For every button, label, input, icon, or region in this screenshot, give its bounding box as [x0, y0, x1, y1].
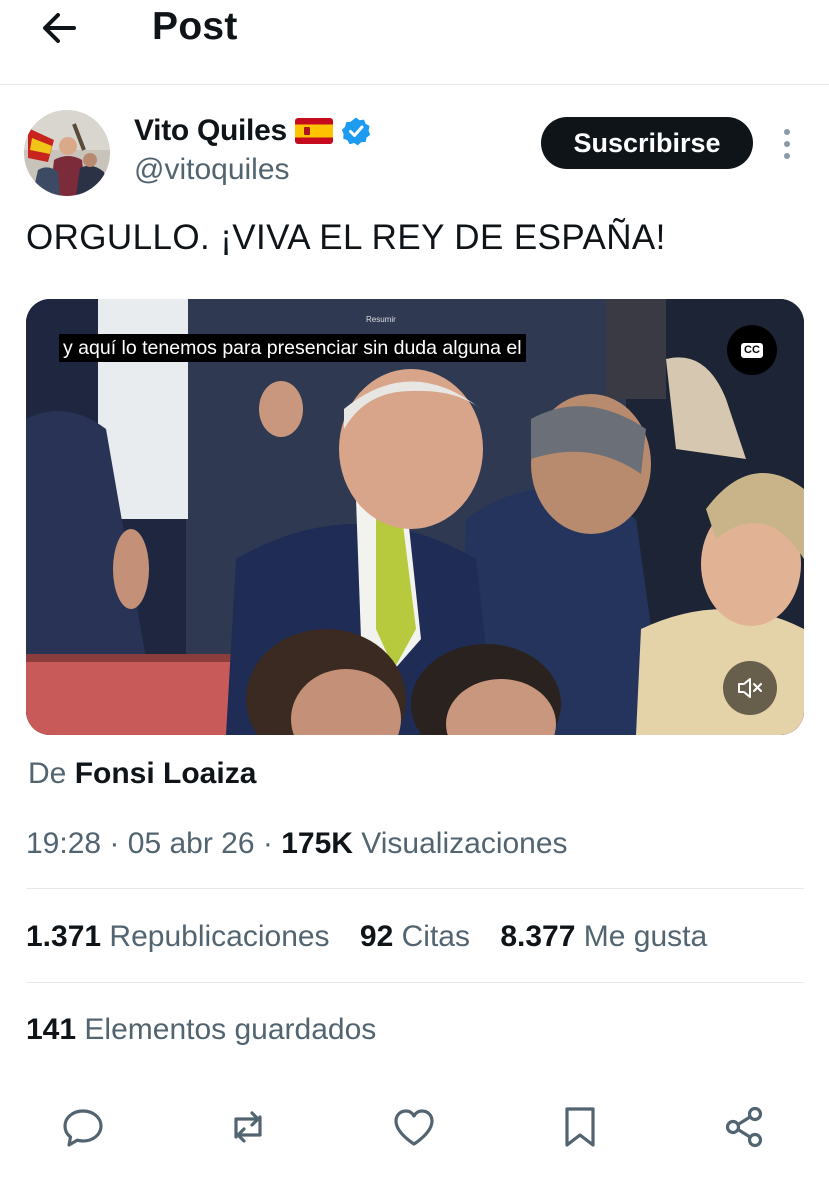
- post-date: 05 abr 26: [127, 827, 255, 860]
- author-handle[interactable]: @vitoquiles: [134, 153, 290, 187]
- divider: [26, 982, 804, 983]
- cc-icon: CC: [741, 342, 763, 358]
- engagement-stats: 1.371 Republicaciones 92 Citas 8.377 Me …: [26, 920, 729, 954]
- closed-captions-button[interactable]: CC: [727, 325, 777, 375]
- video-player[interactable]: Resumir y aquí lo tenemos para presencia…: [26, 299, 804, 735]
- reply-button[interactable]: [59, 1103, 107, 1151]
- source-author[interactable]: Fonsi Loaiza: [75, 757, 257, 790]
- views-count: 175K: [281, 827, 353, 860]
- source-prefix: De: [28, 757, 67, 790]
- page-title: Post: [152, 5, 238, 48]
- author-name-row: Vito Quiles: [134, 114, 371, 148]
- meta-separator: ·: [109, 827, 120, 860]
- top-bar: Post: [0, 0, 829, 85]
- avatar[interactable]: [24, 110, 110, 196]
- like-button[interactable]: [390, 1103, 438, 1151]
- likes-count: 8.377: [500, 920, 576, 953]
- likes-stat[interactable]: 8.377 Me gusta: [500, 920, 707, 953]
- quotes-count: 92: [359, 920, 394, 953]
- author-name[interactable]: Vito Quiles: [134, 114, 287, 148]
- likes-label: Me gusta: [583, 920, 708, 953]
- video-source: De Fonsi Loaiza: [28, 757, 256, 791]
- quotes-label: Citas: [401, 920, 470, 953]
- saved-count: 141: [26, 1013, 77, 1046]
- reposts-stat[interactable]: 1.371 Republicaciones: [26, 920, 330, 953]
- arrow-left-icon: [43, 13, 76, 43]
- verified-badge-icon: [341, 117, 371, 146]
- volume-muted-icon: [738, 678, 762, 698]
- bookmark-button[interactable]: [556, 1103, 604, 1151]
- divider: [26, 888, 804, 889]
- video-mini-toolbar: Resumir: [366, 311, 396, 327]
- post-meta: 19:28 · 05 abr 26 · 175K Visualizaciones: [26, 827, 568, 861]
- more-vertical-icon: [784, 129, 790, 159]
- repost-button[interactable]: [224, 1103, 272, 1151]
- back-button[interactable]: [38, 6, 82, 50]
- mute-button[interactable]: [723, 661, 777, 715]
- views-label: Visualizaciones: [361, 827, 568, 860]
- video-frame: [26, 299, 804, 735]
- repost-icon: [234, 1111, 262, 1143]
- reposts-label: Republicaciones: [109, 920, 330, 953]
- saved-label: Elementos guardados: [84, 1013, 377, 1046]
- post-time: 19:28: [26, 827, 102, 860]
- reply-icon: [63, 1109, 103, 1147]
- video-caption: y aquí lo tenemos para presenciar sin du…: [59, 334, 526, 362]
- share-icon: [725, 1106, 763, 1148]
- bookmarks-stat: 141 Elementos guardados: [26, 1013, 376, 1047]
- meta-separator: ·: [262, 827, 273, 860]
- like-icon: [394, 1109, 434, 1146]
- share-button[interactable]: [721, 1103, 769, 1151]
- mini-toolbar-label: Resumir: [366, 314, 396, 324]
- spain-flag-icon: [294, 118, 333, 144]
- more-button[interactable]: [772, 124, 802, 164]
- reposts-count: 1.371: [26, 920, 102, 953]
- subscribe-button[interactable]: Suscribirse: [541, 117, 753, 169]
- bookmark-icon: [565, 1107, 595, 1147]
- tweet-text: ORGULLO. ¡VIVA EL REY DE ESPAÑA!: [26, 218, 666, 257]
- quotes-stat[interactable]: 92 Citas: [360, 920, 470, 953]
